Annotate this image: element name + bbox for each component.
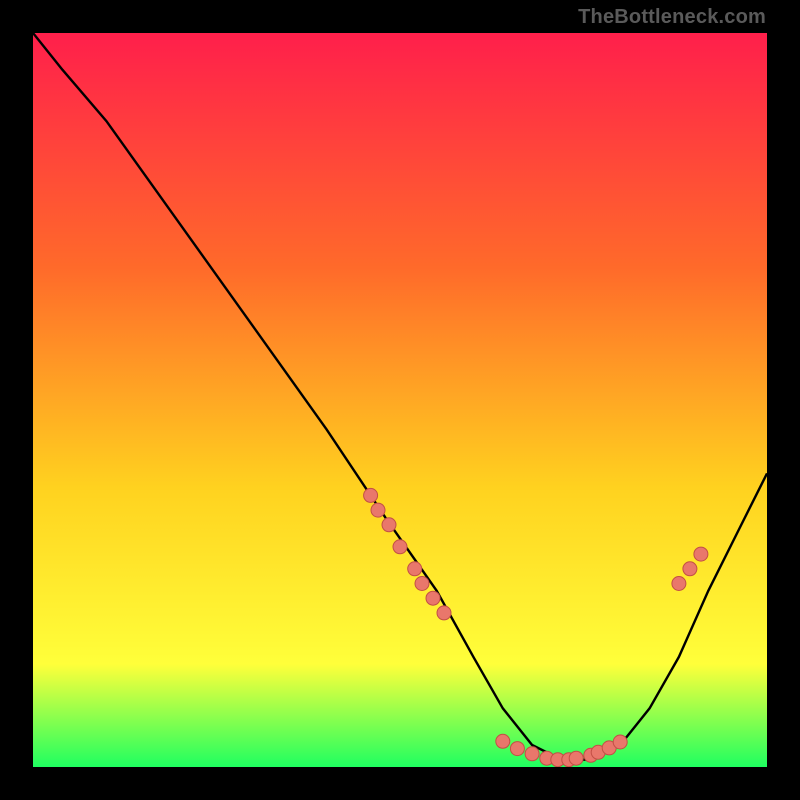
data-point [694,547,708,561]
data-point [613,735,627,749]
data-point [496,734,510,748]
chart-svg [33,33,767,767]
data-point [437,606,451,620]
data-point [415,577,429,591]
chart-frame: TheBottleneck.com [0,0,800,800]
data-point [510,742,524,756]
attribution-text: TheBottleneck.com [578,6,766,29]
data-point [426,591,440,605]
gradient-background [33,33,767,767]
data-point [393,540,407,554]
plot-area [33,33,767,767]
data-point [683,562,697,576]
data-point [408,562,422,576]
data-point [525,747,539,761]
data-point [364,488,378,502]
data-point [569,751,583,765]
data-point [672,577,686,591]
data-point [371,503,385,517]
data-point [382,518,396,532]
